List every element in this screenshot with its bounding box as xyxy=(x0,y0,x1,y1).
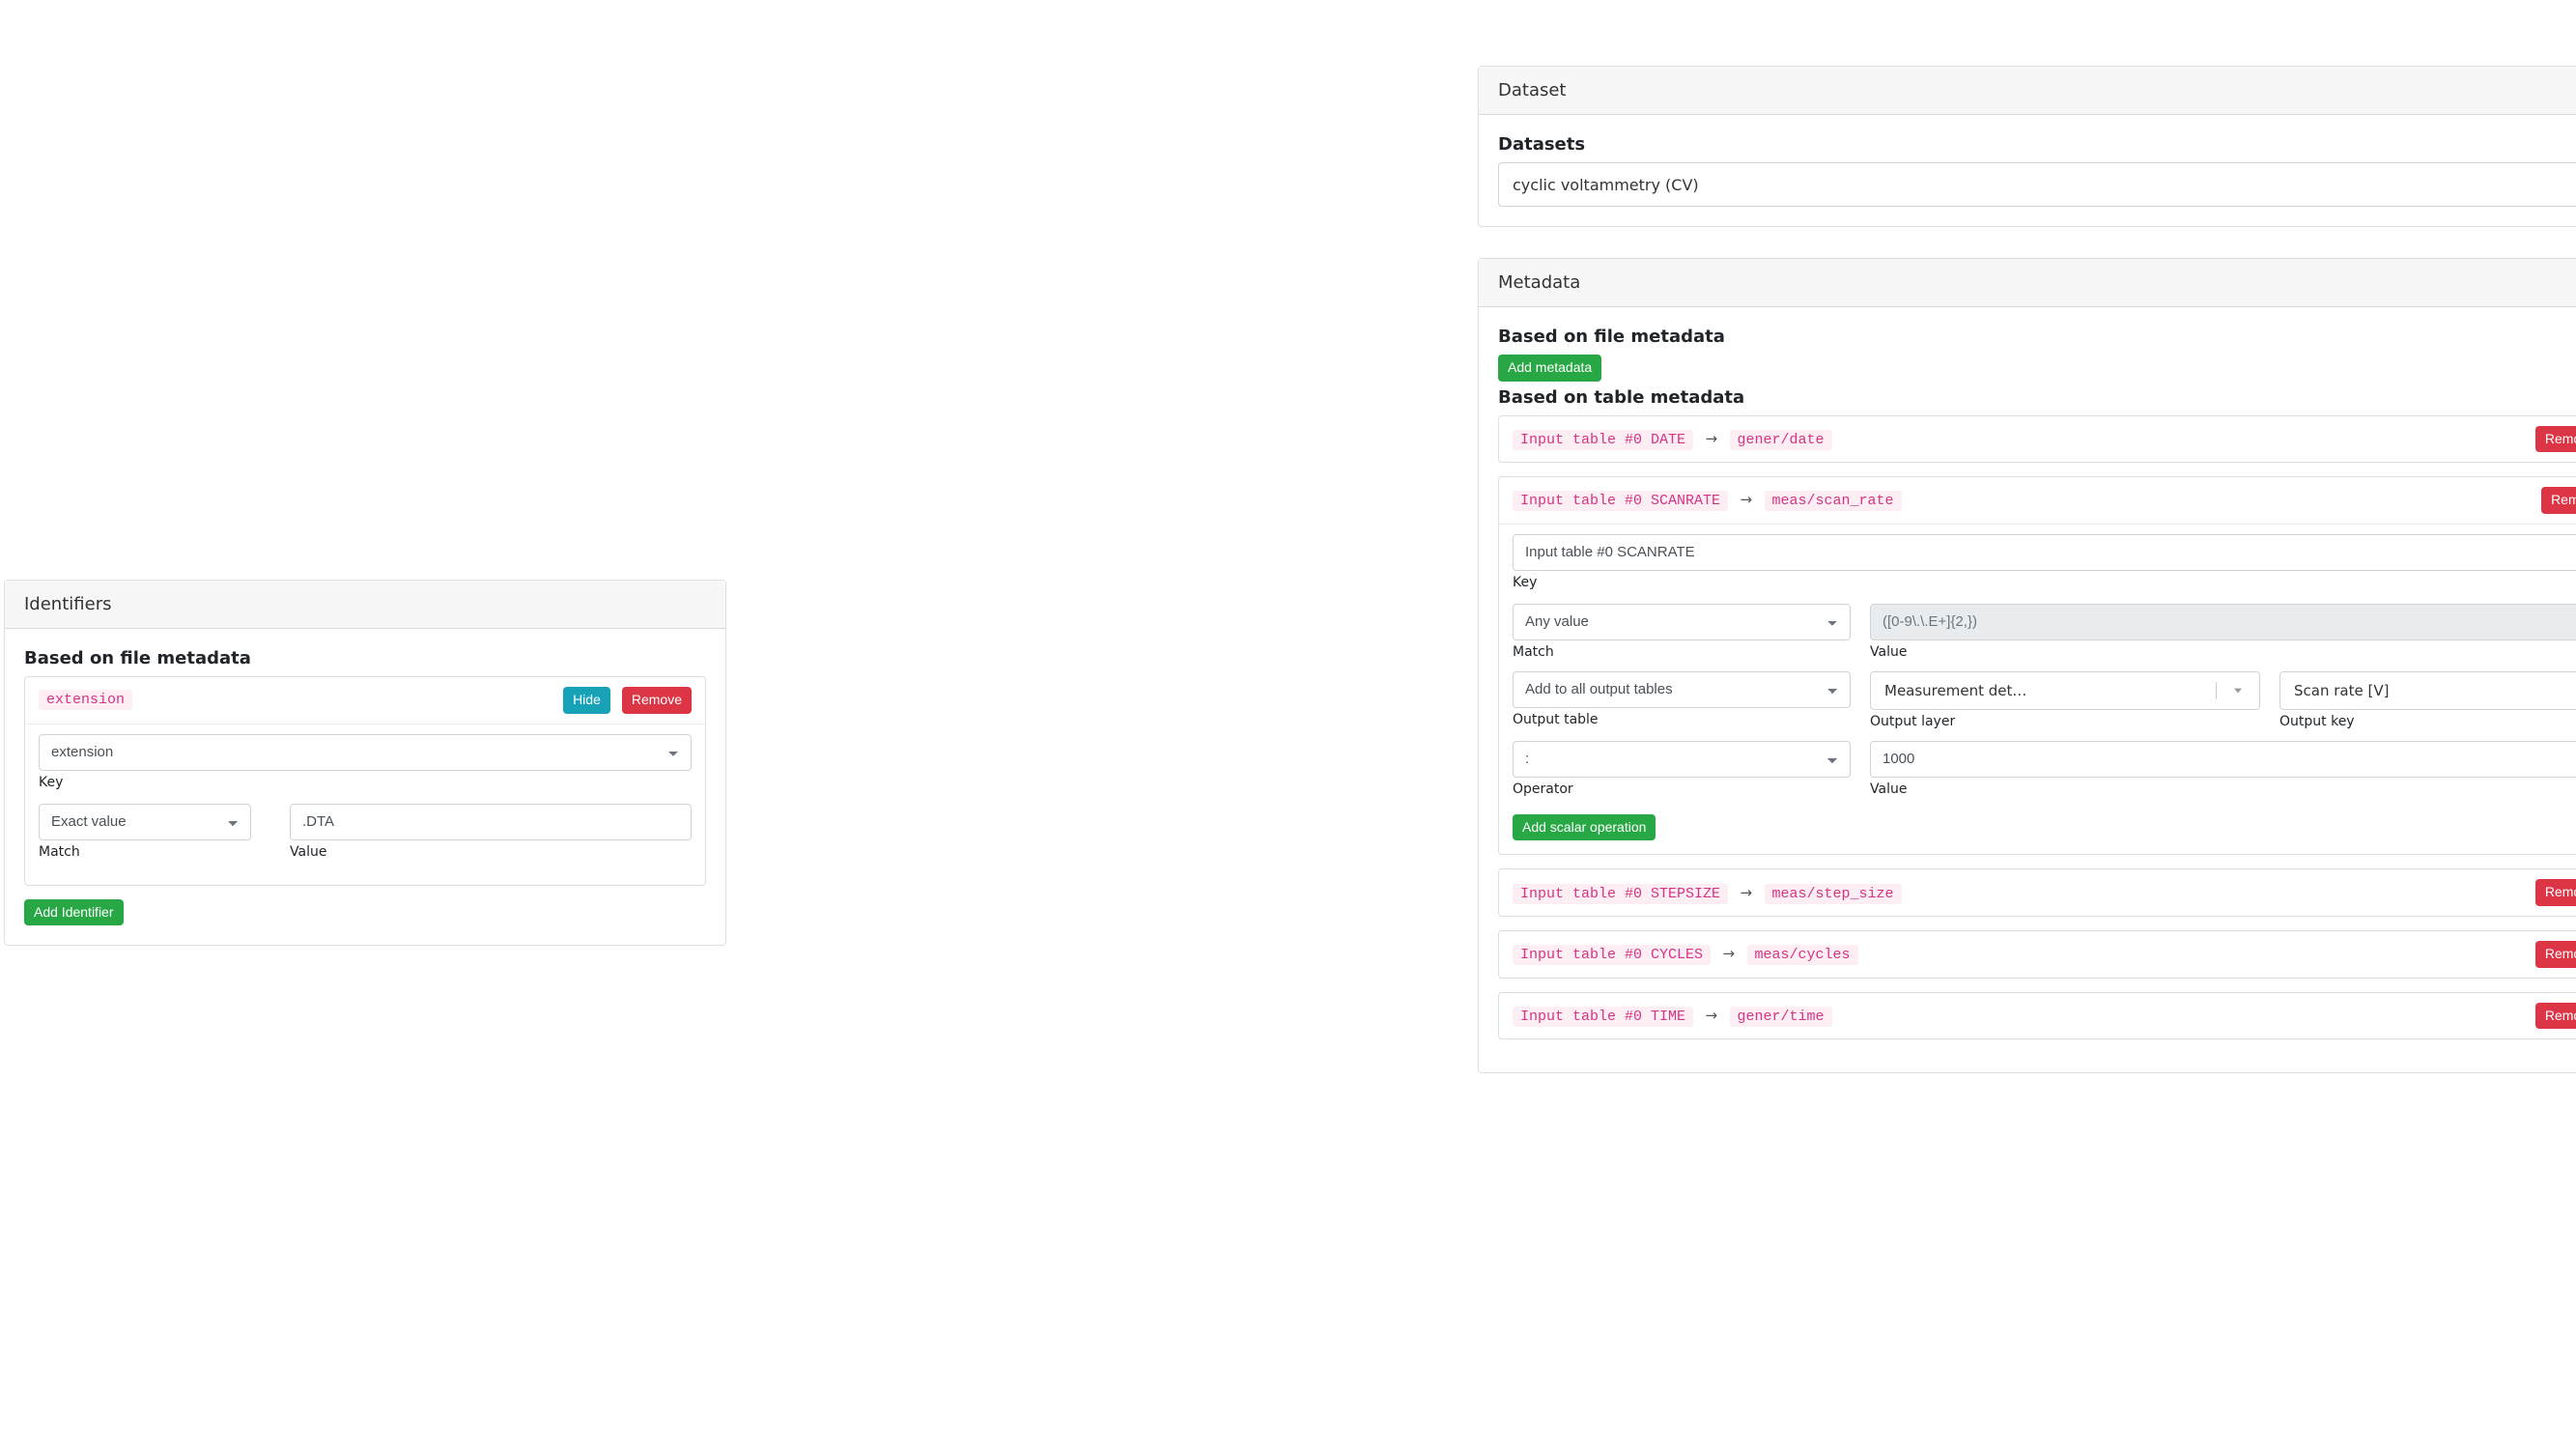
remove-button[interactable]: Remove xyxy=(2541,487,2576,514)
operator-value-input[interactable] xyxy=(1870,741,2576,778)
dataset-select[interactable]: cyclic voltammetry (CV) × xyxy=(1498,162,2576,207)
key-select[interactable]: extension xyxy=(39,734,692,771)
dataset-sub-title: Datasets xyxy=(1498,134,2576,155)
operator-value-label: Value xyxy=(1870,781,2576,797)
rule-src: Input table #0 DATE xyxy=(1513,430,1693,450)
identifiers-card: Identifiers Based on file metadata exten… xyxy=(4,580,726,946)
output-layer-select[interactable]: Measurement det… xyxy=(1870,671,2260,710)
output-table-select[interactable]: Add to all output tables xyxy=(1513,671,1851,708)
value-label: Value xyxy=(290,844,692,860)
match-select[interactable]: Any value xyxy=(1513,604,1851,640)
output-layer-value: Measurement det… xyxy=(1884,682,2216,699)
rule-dst: gener/date xyxy=(1730,430,1832,450)
remove-button[interactable]: Remove xyxy=(622,687,692,714)
metadata-rule: Input table #0 CYCLES → meas/cycles Remo… xyxy=(1498,930,2576,979)
hide-button[interactable]: Hide xyxy=(563,687,610,714)
match-label: Match xyxy=(1513,644,1851,660)
add-metadata-button[interactable]: Add metadata xyxy=(1498,355,1601,382)
identifiers-section-title: Based on file metadata xyxy=(24,648,706,668)
rule-dst: meas/scan_rate xyxy=(1765,491,1902,511)
arrow-icon: → xyxy=(1741,491,1753,508)
add-scalar-operation-button[interactable]: Add scalar operation xyxy=(1513,814,1656,841)
metadata-rule: Input table #0 TIME → gener/time Remove … xyxy=(1498,992,2576,1040)
output-key-label: Output key xyxy=(2279,714,2576,729)
arrow-icon: → xyxy=(1705,1007,1717,1024)
metadata-rule: Input table #0 STEPSIZE → meas/step_size… xyxy=(1498,868,2576,917)
match-label: Match xyxy=(39,844,251,860)
value-label: Value xyxy=(1870,644,2576,660)
identifiers-header: Identifiers xyxy=(5,581,725,629)
metadata-file-title: Based on file metadata xyxy=(1498,327,2576,347)
match-select[interactable]: Exact value xyxy=(39,804,251,840)
rule-src: Input table #0 SCANRATE xyxy=(1513,491,1728,511)
rule-src: Input table #0 TIME xyxy=(1513,1007,1693,1027)
dataset-card: Dataset Datasets cyclic voltammetry (CV)… xyxy=(1478,66,2576,227)
key-label: Key xyxy=(39,775,692,790)
rule-src: Input table #0 STEPSIZE xyxy=(1513,884,1728,904)
arrow-icon: → xyxy=(1722,945,1735,962)
rule-dst: meas/step_size xyxy=(1765,884,1902,904)
output-table-label: Output table xyxy=(1513,712,1851,727)
output-key-value: Scan rate [V] xyxy=(2294,682,2576,699)
metadata-card: Metadata Based on file metadata Add meta… xyxy=(1478,258,2576,1073)
rule-dst: meas/cycles xyxy=(1747,945,1858,965)
operator-label: Operator xyxy=(1513,781,1851,797)
key-select[interactable]: Input table #0 SCANRATE xyxy=(1513,534,2576,571)
metadata-rule: Input table #0 DATE → gener/date Remove … xyxy=(1498,415,2576,464)
dataset-select-value: cyclic voltammetry (CV) xyxy=(1513,176,2576,194)
key-label: Key xyxy=(1513,575,2576,590)
arrow-icon: → xyxy=(1741,884,1753,901)
output-key-select[interactable]: Scan rate [V] xyxy=(2279,671,2576,710)
remove-button[interactable]: Remove xyxy=(2535,879,2576,906)
output-layer-label: Output layer xyxy=(1870,714,2260,729)
remove-button[interactable]: Remove xyxy=(2535,1003,2576,1030)
identifier-tag: extension xyxy=(39,690,132,710)
value-input[interactable] xyxy=(290,804,692,840)
metadata-rule: Input table #0 SCANRATE → meas/scan_rate… xyxy=(1498,476,2576,855)
dataset-header: Dataset xyxy=(1479,67,2576,115)
add-identifier-button[interactable]: Add Identifier xyxy=(24,899,124,926)
arrow-icon: → xyxy=(1705,430,1717,447)
remove-button[interactable]: Remove xyxy=(2535,941,2576,968)
rule-dst: gener/time xyxy=(1730,1007,1832,1027)
value-input xyxy=(1870,604,2576,640)
metadata-header: Metadata xyxy=(1479,259,2576,307)
remove-button[interactable]: Remove xyxy=(2535,426,2576,453)
identifier-rule: extension Hide Remove extension Key xyxy=(24,676,706,886)
metadata-table-title: Based on table metadata xyxy=(1498,387,2576,408)
chevron-down-icon[interactable] xyxy=(2217,683,2259,698)
rule-src: Input table #0 CYCLES xyxy=(1513,945,1711,965)
operator-select[interactable]: : xyxy=(1513,741,1851,778)
